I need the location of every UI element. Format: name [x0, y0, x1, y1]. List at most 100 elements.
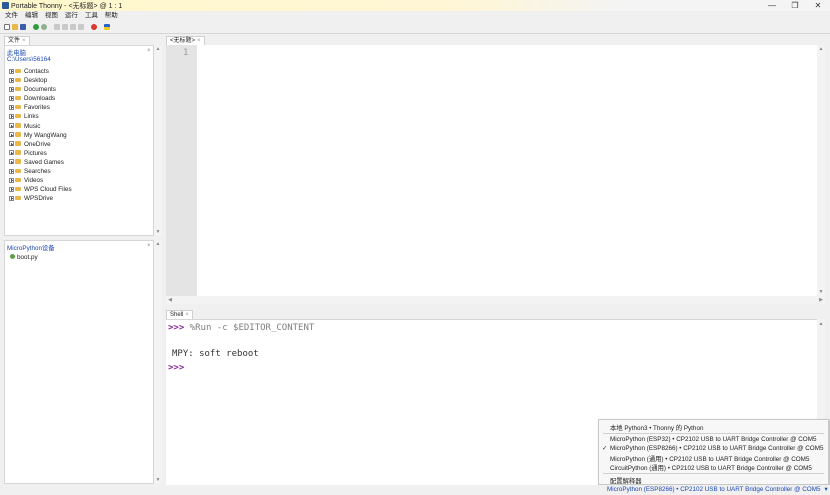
folder-row[interactable]: Pictures [5, 149, 153, 158]
interpreter-option-esp8266[interactable]: MicroPython (ESP8266) • CP2102 USB to UA… [610, 445, 823, 452]
folder-row[interactable]: Searches [5, 167, 153, 176]
editor-vertical-scrollbar[interactable]: ▲ ▼ [817, 45, 825, 296]
expand-plus-icon[interactable] [9, 186, 14, 192]
scroll-up-arrow-icon[interactable]: ▲ [817, 46, 825, 52]
folder-row[interactable]: My WangWang [5, 131, 153, 140]
folder-name: My WangWang [24, 131, 67, 139]
step-over-icon[interactable] [54, 24, 60, 30]
expand-plus-icon[interactable] [9, 177, 14, 183]
expand-plus-icon[interactable] [9, 150, 14, 156]
folder-icon [15, 77, 21, 83]
expand-plus-icon[interactable] [9, 86, 14, 92]
menu-help[interactable]: 帮助 [105, 11, 118, 21]
expand-plus-icon[interactable] [9, 132, 14, 138]
folder-row[interactable]: WPSDrive [5, 194, 153, 203]
folder-row[interactable]: Contacts [5, 67, 153, 76]
menu-run[interactable]: 运行 [65, 11, 78, 21]
close-window-button[interactable]: ✕ [808, 0, 828, 11]
folder-icon [15, 68, 21, 73]
scroll-left-arrow-icon[interactable]: ◀ [166, 297, 174, 303]
stop-icon[interactable] [91, 24, 97, 30]
scroll-up-arrow-icon[interactable]: ▲ [817, 321, 825, 327]
folder-row[interactable]: Documents [5, 85, 153, 94]
shell-tab-close-icon[interactable]: × [185, 312, 189, 318]
minimize-button[interactable]: — [762, 0, 782, 11]
tab-files-close-icon[interactable]: × [22, 38, 26, 44]
scroll-down-arrow-icon[interactable]: ▼ [817, 289, 825, 295]
step-out-icon[interactable] [70, 24, 76, 30]
scroll-down-arrow-icon[interactable]: ▼ [154, 477, 162, 483]
folder-icon [15, 104, 21, 110]
scroll-down-arrow-icon[interactable]: ▼ [154, 229, 162, 235]
folder-row[interactable]: Links [5, 112, 153, 121]
run-icon[interactable] [33, 24, 39, 30]
folder-name: Music [24, 122, 41, 130]
list-item[interactable]: boot.py [10, 254, 38, 261]
editor-tab-close-icon[interactable]: × [197, 38, 201, 44]
flag-icon[interactable] [104, 24, 110, 30]
menu-bar: 文件 编辑 视图 运行 工具 帮助 [0, 11, 830, 21]
tab-files-label: 文件 [8, 38, 21, 44]
menu-tools[interactable]: 工具 [85, 11, 98, 21]
expand-plus-icon[interactable] [9, 113, 14, 119]
folder-icon [15, 132, 21, 137]
step-into-icon[interactable] [62, 24, 68, 30]
debug-icon[interactable] [41, 24, 47, 30]
expand-plus-icon[interactable] [9, 68, 14, 74]
scroll-up-arrow-icon[interactable]: ▲ [154, 46, 162, 52]
interpreter-selector[interactable]: MicroPython (ESP8266) • CP2102 USB to UA… [607, 486, 828, 493]
shell-line: >>> %Run -c $EDITOR_CONTENT [168, 323, 314, 333]
title-bar: Portable Thonny - <无标题> @ 1 : 1 — ❐ ✕ [0, 0, 830, 11]
new-file-icon[interactable] [4, 24, 10, 30]
expand-plus-icon[interactable] [9, 195, 14, 201]
restore-button[interactable]: ❐ [785, 0, 805, 11]
shell-prompt: >>> [168, 323, 185, 333]
folder-name: OneDrive [24, 140, 51, 148]
interpreter-option-circuitpython[interactable]: CircuitPython (通用) • CP2102 USB to UART … [610, 463, 812, 472]
tab-files[interactable]: 文件 × [4, 36, 30, 45]
scroll-up-arrow-icon[interactable]: ▲ [154, 241, 162, 247]
menu-view[interactable]: 视图 [45, 11, 58, 21]
tab-shell[interactable]: Shell × [166, 310, 193, 319]
menu-edit[interactable]: 编辑 [25, 11, 38, 21]
folder-icon [15, 95, 21, 101]
expand-plus-icon[interactable] [9, 123, 14, 129]
device-panel-close-icon[interactable]: × [147, 243, 151, 249]
interpreter-option-esp32[interactable]: MicroPython (ESP32) • CP2102 USB to UART… [610, 436, 816, 443]
folder-row[interactable]: Videos [5, 176, 153, 185]
expand-plus-icon[interactable] [9, 95, 14, 101]
folder-row[interactable]: Saved Games [5, 158, 153, 167]
save-icon[interactable] [20, 24, 26, 30]
expand-plus-icon[interactable] [9, 159, 14, 165]
folder-row[interactable]: Downloads [5, 94, 153, 103]
expand-plus-icon[interactable] [9, 141, 14, 147]
open-file-icon[interactable] [12, 24, 18, 30]
folder-row[interactable]: Music [5, 122, 153, 131]
interpreter-option-generic[interactable]: MicroPython (通用) • CP2102 USB to UART Br… [610, 454, 809, 463]
device-panel-title: MicroPython设备 [7, 245, 55, 252]
resume-icon[interactable] [78, 24, 84, 30]
menu-file[interactable]: 文件 [5, 11, 18, 21]
line-number: 1 [183, 48, 189, 58]
folder-name: Videos [24, 177, 44, 185]
folder-row[interactable]: WPS Cloud Files [5, 185, 153, 194]
files-scrollbar[interactable]: ▲ ▼ [154, 45, 162, 236]
editor-horizontal-scrollbar[interactable]: ◀ ▶ [166, 296, 825, 304]
expand-plus-icon[interactable] [9, 104, 14, 110]
check-icon: ✓ [602, 445, 608, 452]
folder-row[interactable]: Desktop [5, 76, 153, 85]
configure-interpreter-item[interactable]: 配置解释器 [610, 476, 641, 485]
code-editor[interactable] [197, 45, 817, 296]
files-panel: 此电脑 × C:\Users\56164 Contacts Desktop Docu… [4, 45, 154, 236]
current-path[interactable]: C:\Users\56164 [7, 56, 51, 63]
shell-output: MPY: soft reboot [172, 349, 259, 359]
folder-row[interactable]: OneDrive [5, 140, 153, 149]
files-panel-close-icon[interactable]: × [147, 48, 151, 54]
scroll-right-arrow-icon[interactable]: ▶ [817, 297, 825, 303]
folder-row[interactable]: Favorites [5, 103, 153, 112]
interpreter-option-local-python[interactable]: 本地 Python3 • Thonny 的 Python [610, 423, 703, 432]
tab-editor-untitled[interactable]: <无标题> × [166, 36, 205, 45]
expand-plus-icon[interactable] [9, 77, 14, 83]
device-scrollbar[interactable]: ▲ ▼ [154, 240, 162, 484]
expand-plus-icon[interactable] [9, 168, 14, 174]
